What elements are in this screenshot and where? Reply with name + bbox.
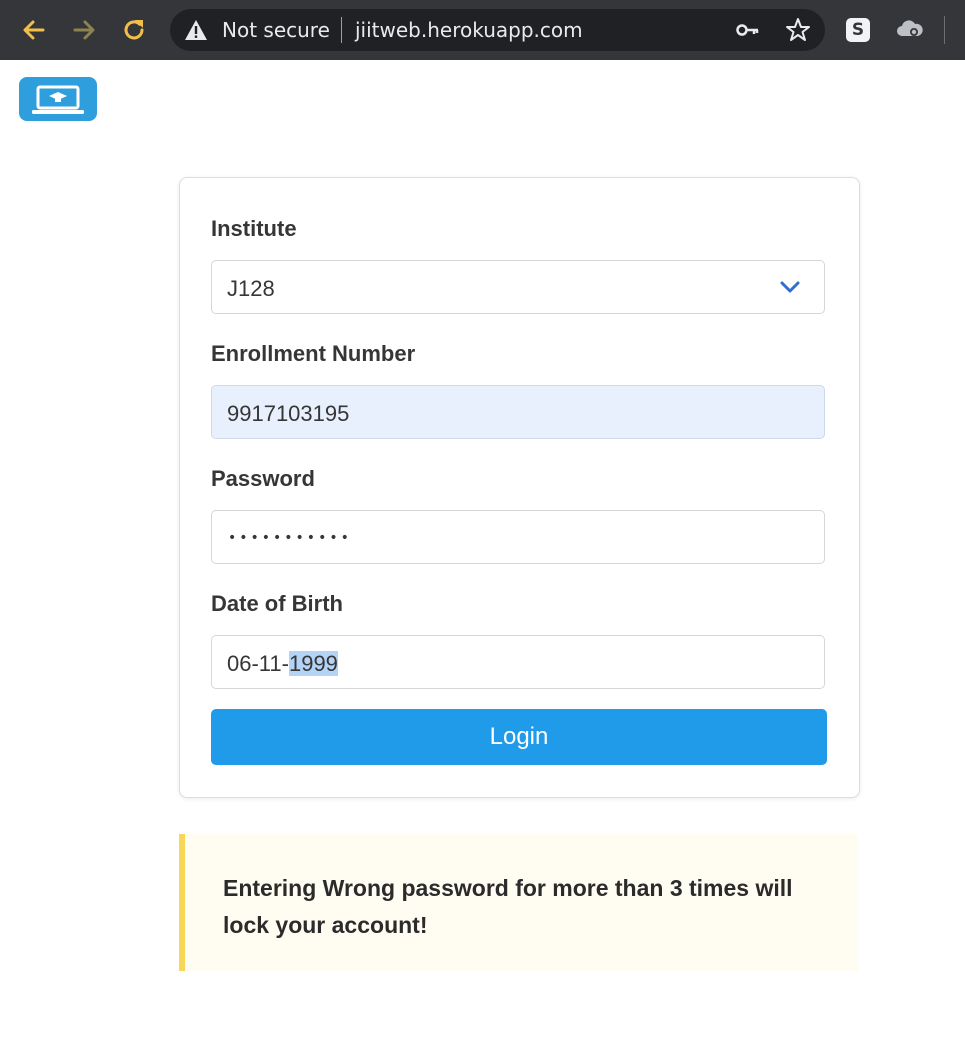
- login-button[interactable]: Login: [211, 709, 827, 765]
- browser-toolbar: Not secure jiitweb.herokuapp.com S: [0, 0, 965, 60]
- warning-notice: Entering Wrong password for more than 3 …: [179, 834, 858, 971]
- extension-s-letter: S: [851, 19, 865, 40]
- institute-label: Institute: [211, 216, 297, 241]
- address-bar[interactable]: Not secure jiitweb.herokuapp.com: [170, 9, 825, 51]
- password-input[interactable]: •••••••••••: [211, 510, 825, 564]
- reload-icon: [124, 20, 144, 40]
- dob-year-selected: 1999: [288, 651, 338, 676]
- back-button[interactable]: [18, 14, 50, 46]
- star-icon[interactable]: [785, 17, 811, 43]
- extension-s-icon[interactable]: S: [846, 18, 870, 42]
- enrollment-value: 9917103195: [227, 401, 350, 426]
- forward-arrow-icon: [73, 20, 95, 40]
- dob-label: Date of Birth: [211, 591, 343, 616]
- security-status[interactable]: Not secure: [222, 19, 330, 41]
- site-logo[interactable]: [19, 77, 97, 121]
- laptop-graduation-icon: [32, 85, 84, 114]
- extension-cloud-icon[interactable]: [896, 17, 924, 41]
- reload-button[interactable]: [118, 14, 150, 46]
- password-label: Password: [211, 466, 315, 491]
- enrollment-label: Enrollment Number: [211, 341, 416, 366]
- omnibox-divider: [341, 17, 342, 43]
- chevron-down-icon: [780, 281, 800, 293]
- dob-input[interactable]: 06-11-1999: [211, 635, 825, 689]
- key-icon[interactable]: [736, 20, 760, 40]
- toolbar-divider: [944, 16, 945, 44]
- back-arrow-icon: [23, 20, 45, 40]
- warning-icon: [185, 20, 207, 40]
- institute-select[interactable]: J128: [211, 260, 825, 314]
- warning-notice-text: Entering Wrong password for more than 3 …: [223, 875, 793, 938]
- dob-value: 06-11-1999: [227, 651, 338, 677]
- dob-day-month: 06-11-: [227, 651, 289, 676]
- enrollment-input[interactable]: 9917103195: [211, 385, 825, 439]
- forward-button[interactable]: [68, 14, 100, 46]
- password-masked-value: •••••••••••: [228, 530, 352, 546]
- institute-selected-value: J128: [227, 276, 275, 301]
- url-text[interactable]: jiitweb.herokuapp.com: [355, 19, 583, 41]
